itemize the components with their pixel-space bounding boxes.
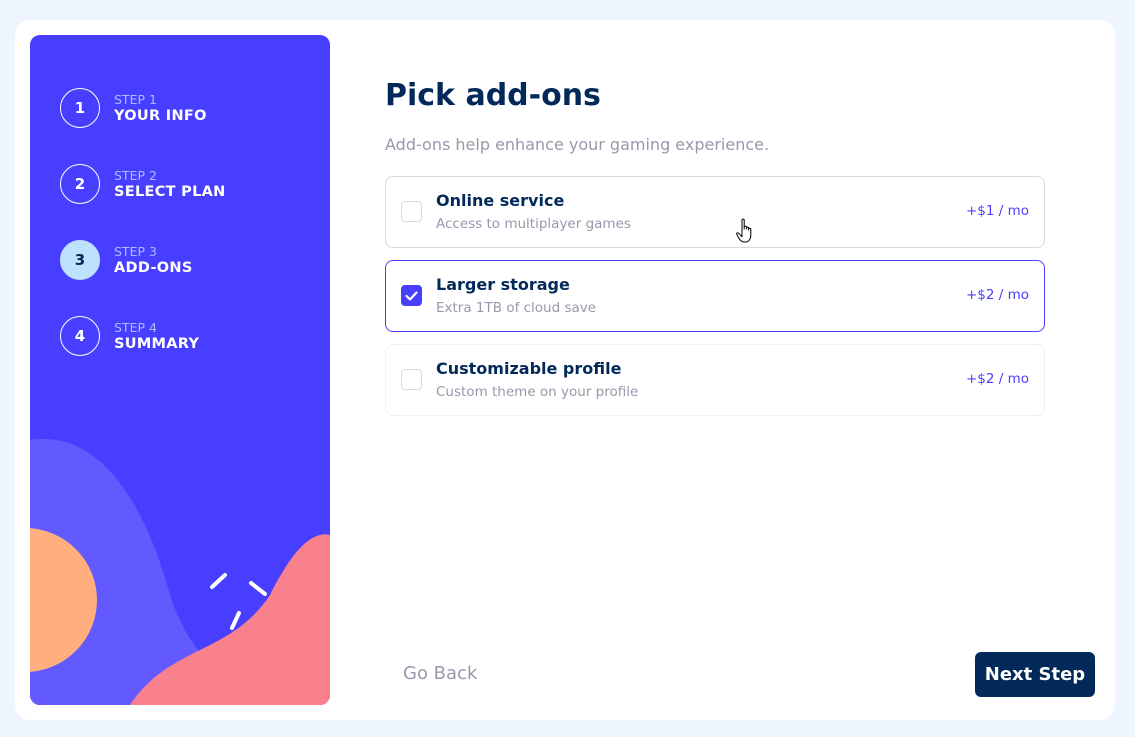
step-label: STEP 2 (114, 168, 157, 183)
steps-sidebar: 1 STEP 1 YOUR INFO 2 STEP 2 SELECT PLAN … (30, 35, 330, 705)
step-number: 2 (60, 164, 100, 204)
addon-customizable-profile[interactable]: Customizable profile Custom theme on you… (385, 344, 1045, 416)
step-title: ADD-ONS (114, 260, 193, 276)
addon-name: Online service (436, 191, 565, 210)
page-title: Pick add-ons (385, 78, 601, 113)
addon-price: +$2 / mo (965, 287, 1029, 303)
step-label: STEP 4 (114, 320, 157, 335)
step-title: YOUR INFO (114, 108, 207, 124)
addon-name: Larger storage (436, 275, 570, 294)
step-label: STEP 3 (114, 244, 157, 259)
step-2[interactable]: 2 STEP 2 SELECT PLAN (60, 164, 226, 204)
addon-price: +$1 / mo (965, 203, 1029, 219)
addon-description: Access to multiplayer games (436, 216, 631, 232)
addon-description: Custom theme on your profile (436, 384, 639, 400)
step-title: SUMMARY (114, 336, 200, 352)
addon-checkbox[interactable] (401, 369, 422, 390)
addon-price: +$2 / mo (965, 371, 1029, 387)
addon-name: Customizable profile (436, 359, 622, 378)
addon-checkbox[interactable] (401, 201, 422, 222)
step-4[interactable]: 4 STEP 4 SUMMARY (60, 316, 199, 356)
checkmark-icon (405, 290, 418, 301)
addon-checkbox[interactable] (401, 285, 422, 306)
step-1[interactable]: 1 STEP 1 YOUR INFO (60, 88, 207, 128)
sidebar-decoration (30, 438, 330, 705)
step-number: 4 (60, 316, 100, 356)
step-title: SELECT PLAN (114, 184, 226, 200)
addon-online-service[interactable]: Online service Access to multiplayer gam… (385, 176, 1045, 248)
hand-cursor-icon (736, 218, 752, 243)
step-number: 3 (60, 240, 100, 280)
addon-larger-storage[interactable]: Larger storage Extra 1TB of cloud save +… (385, 260, 1045, 332)
addon-description: Extra 1TB of cloud save (436, 300, 597, 316)
step-number: 1 (60, 88, 100, 128)
go-back-button[interactable]: Go Back (403, 663, 477, 684)
page-subtitle: Add-ons help enhance your gaming experie… (385, 135, 770, 154)
step-label: STEP 1 (114, 92, 157, 107)
next-step-button[interactable]: Next Step (975, 652, 1095, 697)
step-3[interactable]: 3 STEP 3 ADD-ONS (60, 240, 193, 280)
